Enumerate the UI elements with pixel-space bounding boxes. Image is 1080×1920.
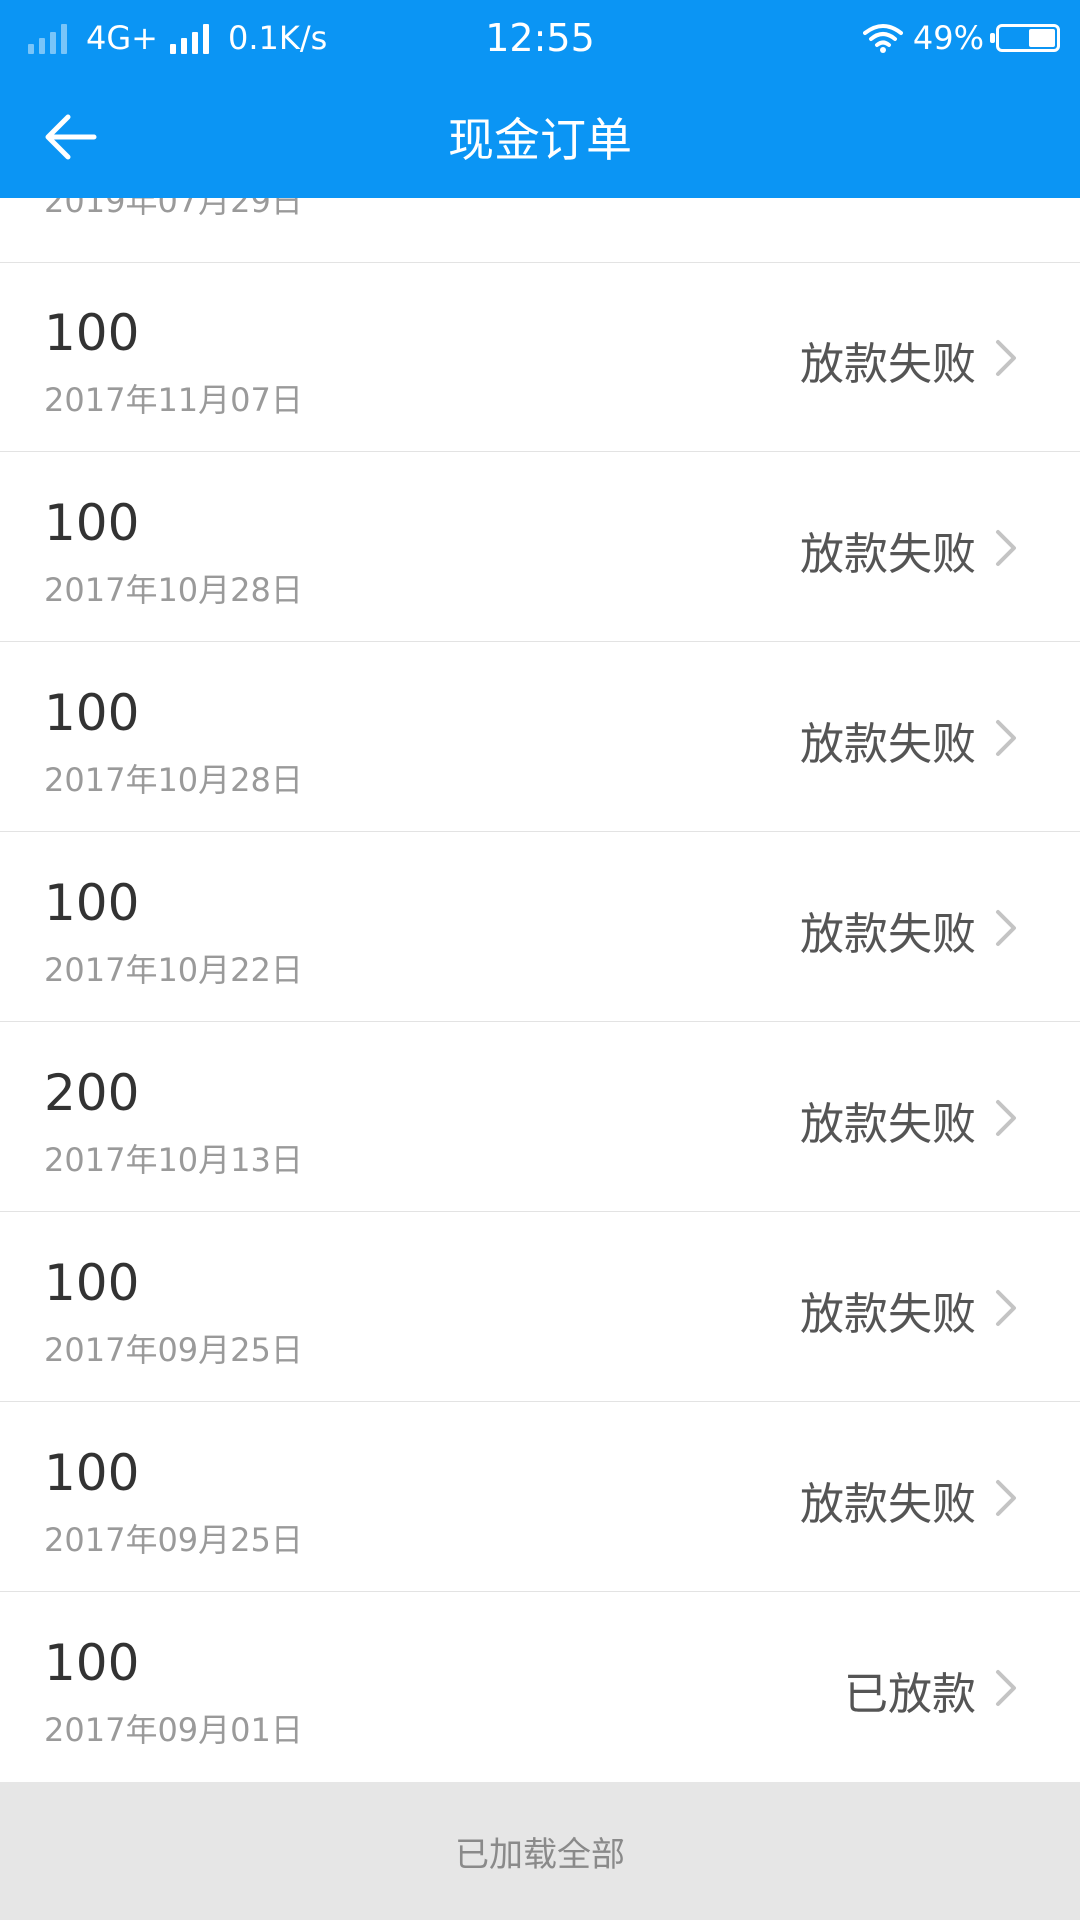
order-status: 已放款 <box>844 1669 976 1720</box>
order-status: 放款失败 <box>800 529 976 580</box>
arrow-left-icon <box>45 114 97 160</box>
order-status: 放款失败 <box>800 719 976 770</box>
order-status: 放款失败 <box>800 339 976 390</box>
chevron-right-icon <box>996 1480 1016 1516</box>
back-button[interactable] <box>30 97 110 177</box>
chevron-right-icon <box>996 530 1016 566</box>
order-amount: 100 <box>44 684 140 742</box>
list-item[interactable]: 100 2017年09月25日 放款失败 <box>0 1402 1080 1592</box>
order-status: 放款失败 <box>800 1099 976 1150</box>
list-item-partial[interactable]: 2019年07月29日 <box>0 198 1080 263</box>
order-amount: 200 <box>44 1064 140 1122</box>
list-item[interactable]: 100 2017年10月28日 放款失败 <box>0 642 1080 832</box>
order-amount: 100 <box>44 1634 140 1692</box>
order-amount: 100 <box>44 1444 140 1502</box>
status-right: 49% <box>862 0 1060 76</box>
order-amount: 100 <box>44 1254 140 1312</box>
order-amount: 100 <box>44 304 140 362</box>
order-amount: 100 <box>44 874 140 932</box>
wifi-icon <box>862 24 903 53</box>
order-date: 2017年10月13日 <box>44 1141 303 1179</box>
nav-bar: 现金订单 <box>0 76 1080 198</box>
order-amount: 100 <box>44 494 140 552</box>
chevron-right-icon <box>996 720 1016 756</box>
order-date: 2017年10月28日 <box>44 571 303 609</box>
load-complete-footer: 已加载全部 <box>0 1782 1080 1920</box>
chevron-right-icon <box>996 340 1016 376</box>
order-date: 2017年10月22日 <box>44 951 303 989</box>
order-date: 2017年09月25日 <box>44 1521 303 1559</box>
battery-percent: 49% <box>912 19 984 57</box>
chevron-right-icon <box>996 1290 1016 1326</box>
order-date: 2017年10月28日 <box>44 761 303 799</box>
list-item[interactable]: 100 2017年09月01日 已放款 <box>0 1592 1080 1782</box>
order-list[interactable]: 2019年07月29日 100 2017年11月07日 放款失败 100 201… <box>0 198 1080 1782</box>
list-item[interactable]: 200 2017年10月13日 放款失败 <box>0 1022 1080 1212</box>
order-date: 2017年09月25日 <box>44 1331 303 1369</box>
list-item[interactable]: 100 2017年10月28日 放款失败 <box>0 452 1080 642</box>
chevron-right-icon <box>996 1100 1016 1136</box>
battery-icon <box>990 24 1060 52</box>
page-title: 现金订单 <box>448 113 632 167</box>
list-item[interactable]: 100 2017年11月07日 放款失败 <box>0 262 1080 452</box>
chevron-right-icon <box>996 910 1016 946</box>
status-bar: 4G+ 0.1K/s 12:55 49% <box>0 0 1080 76</box>
order-date: 2017年09月01日 <box>44 1711 303 1749</box>
order-status: 放款失败 <box>800 1479 976 1530</box>
order-status: 放款失败 <box>800 1289 976 1340</box>
chevron-right-icon <box>996 1670 1016 1706</box>
battery-fill <box>1029 29 1055 47</box>
order-date: 2017年11月07日 <box>44 381 303 419</box>
order-status: 放款失败 <box>800 909 976 960</box>
list-item[interactable]: 100 2017年09月25日 放款失败 <box>0 1212 1080 1402</box>
list-item[interactable]: 100 2017年10月22日 放款失败 <box>0 832 1080 1022</box>
order-date: 2019年07月29日 <box>44 198 303 220</box>
